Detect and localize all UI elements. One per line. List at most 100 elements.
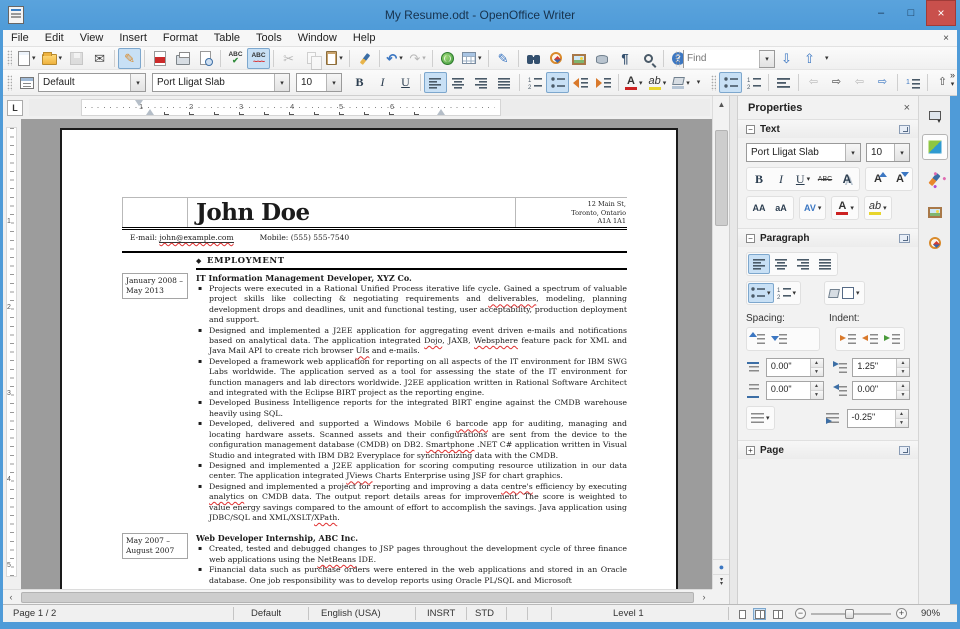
bn-bullet-list-button[interactable] bbox=[719, 72, 742, 93]
next-page-button[interactable]: ▾▾ bbox=[713, 574, 730, 589]
promote-subpoints-button[interactable]: ⇦ bbox=[848, 72, 871, 93]
tab-stop-marker[interactable] bbox=[314, 112, 319, 115]
find-replace-button[interactable] bbox=[522, 48, 545, 69]
font-color-button[interactable]: A bbox=[622, 72, 646, 93]
bullet-list-button[interactable] bbox=[546, 72, 569, 93]
insert-table-button[interactable] bbox=[459, 48, 485, 69]
menu-tools[interactable]: Tools bbox=[248, 31, 290, 45]
zoom-out-button[interactable]: − bbox=[795, 608, 806, 619]
undo-button[interactable]: ↶ bbox=[383, 48, 406, 69]
spellcheck-button[interactable]: ABC✔ bbox=[224, 48, 247, 69]
restart-numbering-button[interactable]: 1 bbox=[901, 72, 924, 93]
tab-stop-marker[interactable] bbox=[189, 112, 194, 115]
scroll-right-button[interactable]: › bbox=[696, 592, 712, 602]
paragraph-section-header[interactable]: − Paragraph bbox=[738, 228, 918, 247]
sb-strikethrough-button[interactable]: ABC bbox=[814, 169, 836, 189]
decrease-indent-button[interactable] bbox=[569, 72, 592, 93]
tab-stop-marker[interactable] bbox=[414, 112, 419, 115]
sb-decrease-font-button[interactable]: A bbox=[889, 169, 911, 189]
bold-button[interactable]: B bbox=[348, 72, 371, 93]
sb-underline-button[interactable]: U bbox=[792, 169, 814, 189]
tab-type-selector[interactable]: L bbox=[7, 100, 23, 116]
menu-window[interactable]: Window bbox=[290, 31, 345, 45]
find-input[interactable] bbox=[684, 50, 759, 68]
selection-mode-status[interactable]: STD bbox=[475, 608, 494, 619]
font-combo-arrow[interactable]: ▾ bbox=[274, 74, 289, 91]
vscroll-thumb[interactable] bbox=[715, 130, 728, 226]
sb-increase-font-button[interactable]: A bbox=[867, 169, 889, 189]
copy-button[interactable] bbox=[300, 48, 323, 69]
sb-font-color-button[interactable]: A bbox=[833, 198, 857, 218]
tab-styles-formatting[interactable] bbox=[922, 166, 948, 192]
demote-subpoints-button[interactable]: ⇨ bbox=[871, 72, 894, 93]
sb-paragraph-background-button[interactable] bbox=[826, 283, 863, 303]
edit-file-button[interactable]: ✎ bbox=[118, 48, 141, 69]
scroll-up-button[interactable]: ▲ bbox=[713, 96, 730, 112]
fmt-overflow-button[interactable] bbox=[697, 78, 701, 87]
find-overflow-button[interactable] bbox=[825, 54, 829, 63]
hscroll-thumb[interactable] bbox=[21, 592, 694, 603]
bn-overflow-button[interactable]: » bbox=[950, 71, 955, 89]
outline-level-status[interactable]: Level 1 bbox=[613, 608, 644, 619]
tab-navigator[interactable] bbox=[922, 230, 948, 256]
increase-indent-button[interactable] bbox=[592, 72, 615, 93]
autospellcheck-button[interactable]: ABC~~~ bbox=[247, 48, 270, 69]
insert-unnumbered-entry-button[interactable] bbox=[772, 72, 795, 93]
italic-button[interactable]: I bbox=[371, 72, 394, 93]
email-button[interactable]: ✉ bbox=[88, 48, 111, 69]
spinner-arrows[interactable]: ▲▼ bbox=[896, 359, 909, 376]
open-button[interactable] bbox=[39, 48, 66, 69]
navigator-button[interactable] bbox=[545, 48, 568, 69]
tab-stop-marker[interactable] bbox=[264, 112, 269, 115]
collapse-icon[interactable]: − bbox=[746, 125, 755, 134]
tab-stop-marker[interactable] bbox=[364, 112, 369, 115]
sb-italic-button[interactable]: I bbox=[770, 169, 792, 189]
tab-gallery[interactable] bbox=[922, 198, 948, 224]
menu-insert[interactable]: Insert bbox=[111, 31, 155, 45]
below-spacing-field[interactable]: 0.00" ▲▼ bbox=[766, 381, 824, 400]
spinner-arrows[interactable]: ▲▼ bbox=[810, 382, 823, 399]
show-draw-functions-button[interactable]: ✎ bbox=[492, 48, 515, 69]
vertical-ruler[interactable]: 1 2 3 4 5 bbox=[3, 119, 21, 589]
first-line-indent-marker[interactable] bbox=[135, 100, 143, 106]
sb-increase-spacing-button[interactable] bbox=[748, 329, 770, 349]
after-indent-field[interactable]: 0.00" ▲▼ bbox=[852, 381, 910, 400]
menu-format[interactable]: Format bbox=[155, 31, 206, 45]
page-dialog-launcher-icon[interactable] bbox=[899, 446, 910, 455]
align-center-button[interactable] bbox=[447, 72, 470, 93]
menu-edit[interactable]: Edit bbox=[37, 31, 72, 45]
paragraph-dialog-launcher-icon[interactable] bbox=[899, 234, 910, 243]
spinner-arrows[interactable]: ▲▼ bbox=[896, 382, 909, 399]
sidebar-splitter[interactable] bbox=[729, 96, 737, 604]
vertical-scrollbar[interactable]: ▲ ● ▾▾ bbox=[712, 96, 729, 589]
find-next-button[interactable]: ⇩ bbox=[775, 48, 798, 69]
page-count-status[interactable]: Page 1 / 2 bbox=[13, 608, 56, 619]
cut-button[interactable]: ✂ bbox=[277, 48, 300, 69]
scroll-left-button[interactable]: ‹ bbox=[3, 592, 19, 602]
align-right-button[interactable] bbox=[470, 72, 493, 93]
paragraph-style-combo[interactable]: Default ▾ bbox=[38, 73, 146, 92]
promote-level-button[interactable]: ⇦ bbox=[802, 72, 825, 93]
toolbar-grip[interactable] bbox=[7, 50, 12, 66]
right-indent-marker[interactable] bbox=[437, 109, 445, 115]
zoom-button[interactable] bbox=[637, 48, 660, 69]
left-indent-marker[interactable] bbox=[146, 109, 154, 115]
tab-stop-marker[interactable] bbox=[214, 112, 219, 115]
sb-bullet-list-button[interactable] bbox=[748, 283, 774, 303]
numbered-list-button[interactable]: 12 bbox=[523, 72, 546, 93]
new-document-button[interactable] bbox=[15, 48, 39, 69]
underline-button[interactable]: U bbox=[394, 72, 417, 93]
maximize-button[interactable]: □ bbox=[896, 0, 926, 26]
sb-decrease-spacing-button[interactable] bbox=[770, 329, 792, 349]
zoom-slider[interactable] bbox=[811, 613, 891, 615]
tab-stop-marker[interactable] bbox=[389, 112, 394, 115]
book-view-button[interactable] bbox=[771, 608, 784, 620]
sb-lowercase-button[interactable]: aA bbox=[770, 198, 792, 218]
save-button[interactable] bbox=[65, 48, 88, 69]
sb-uppercase-button[interactable]: AA bbox=[748, 198, 770, 218]
spinner-arrows[interactable]: ▲▼ bbox=[895, 410, 908, 427]
language-status[interactable]: English (USA) bbox=[321, 608, 381, 619]
background-color-button[interactable] bbox=[669, 72, 693, 93]
horizontal-ruler[interactable]: 1 2 3 4 5 6 bbox=[29, 99, 710, 116]
menu-help[interactable]: Help bbox=[345, 31, 384, 45]
